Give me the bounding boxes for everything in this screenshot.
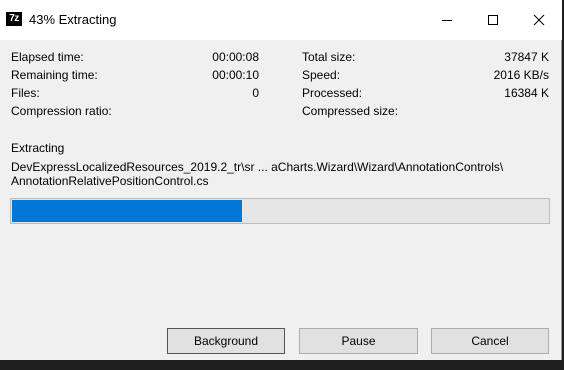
background-button[interactable]: Background bbox=[167, 328, 285, 354]
close-icon bbox=[533, 14, 545, 26]
compression-ratio-label: Compression ratio: bbox=[11, 104, 112, 118]
maximize-icon bbox=[488, 15, 498, 25]
current-file-path-line1: DevExpressLocalizedResources_2019.2_tr\s… bbox=[11, 160, 504, 174]
operation-label: Extracting bbox=[11, 141, 65, 155]
compressed-size-label: Compressed size: bbox=[302, 104, 399, 118]
cancel-button[interactable]: Cancel bbox=[431, 328, 549, 354]
total-size-label: Total size: bbox=[302, 50, 356, 64]
elapsed-time-label: Elapsed time: bbox=[11, 50, 84, 64]
speed-label: Speed: bbox=[302, 68, 341, 82]
close-button[interactable] bbox=[516, 0, 562, 40]
files-value: 0 bbox=[252, 86, 259, 100]
remaining-time-label: Remaining time: bbox=[11, 68, 98, 82]
minimize-button[interactable] bbox=[424, 0, 470, 40]
title-bar[interactable]: 7z 43% Extracting bbox=[0, 0, 562, 40]
total-size-value: 37847 K bbox=[504, 50, 549, 64]
files-label: Files: bbox=[11, 86, 40, 100]
elapsed-time-value: 00:00:08 bbox=[212, 50, 259, 64]
minimize-icon bbox=[442, 20, 452, 21]
processed-label: Processed: bbox=[302, 86, 363, 100]
extract-progress-window: 7z 43% Extracting Elapsed time: 00:00:08… bbox=[0, 0, 562, 360]
remaining-time-value: 00:00:10 bbox=[212, 68, 259, 82]
progress-bar-fill bbox=[12, 200, 242, 222]
maximize-button[interactable] bbox=[470, 0, 516, 40]
window-title: 43% Extracting bbox=[29, 12, 117, 27]
processed-value: 16384 K bbox=[504, 86, 549, 100]
app-icon: 7z bbox=[6, 12, 22, 26]
background-desktop bbox=[0, 360, 564, 370]
current-file-path-line2: AnnotationRelativePositionControl.cs bbox=[11, 174, 209, 188]
speed-value: 2016 KB/s bbox=[493, 68, 549, 82]
progress-bar bbox=[10, 198, 550, 224]
pause-button[interactable]: Pause bbox=[299, 328, 418, 354]
